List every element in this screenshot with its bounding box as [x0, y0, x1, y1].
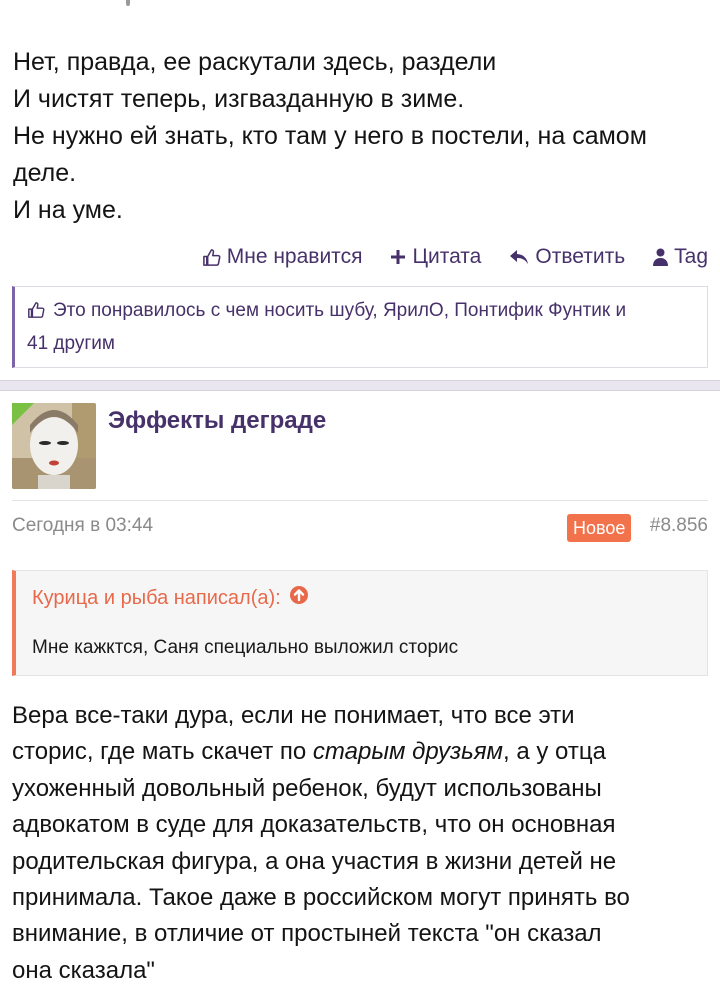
quote-block: Курица и рыба написал(а): Мне кажктся, С…	[12, 570, 708, 676]
quote-label: Цитата	[412, 245, 482, 268]
divider	[12, 500, 708, 501]
plus-icon	[390, 249, 406, 265]
arrow-up-circle-icon[interactable]	[289, 585, 309, 611]
post-line: Не нужно ей знать, кто там у него в пост…	[13, 122, 647, 150]
post-line: адвокатом в суде для доказательств, что …	[12, 811, 616, 839]
tag-button[interactable]: Tag	[653, 245, 708, 269]
thumbs-up-icon	[27, 299, 45, 329]
reply-label: Ответить	[535, 245, 626, 268]
likes-summary: Это понравилось с чем носить шубу, ЯрилО…	[12, 286, 708, 368]
post-date[interactable]: Сегодня в 03:44	[12, 515, 153, 537]
post-body: Вера все-таки дура, если не понимает, чт…	[12, 698, 712, 989]
post-actions: Мне нравится Цитата Ответить Tag	[202, 241, 708, 273]
post-line: ухоженный довольный ребенок, будут испол…	[12, 774, 602, 802]
post-text: , а у отца	[503, 738, 606, 766]
likes-others-link[interactable]: 41 другим	[27, 333, 115, 354]
quote-text: Мне кажктся, Саня специально выложил сто…	[32, 637, 459, 658]
quote-button[interactable]: Цитата	[390, 245, 481, 269]
thumbs-up-icon	[202, 248, 221, 267]
post-line: И на уме.	[13, 196, 123, 224]
post-line: Нет, правда, ее раскутали здесь, раздели	[13, 48, 497, 76]
like-label: Мне нравится	[226, 245, 363, 268]
post-body: Нет, правда, ее раскутали здесь, раздели…	[13, 44, 708, 229]
previous-content-edge	[0, 0, 720, 14]
new-badge: Новое	[567, 514, 632, 542]
post-line: внимание, в отличие от простыней текста …	[12, 920, 602, 948]
quote-author-link[interactable]: Курица и рыба написал(а):	[32, 585, 309, 611]
post-separator	[0, 380, 720, 391]
post-number[interactable]: #8.856	[650, 515, 708, 537]
post-line: Вера все-таки дура, если не понимает, чт…	[12, 702, 575, 729]
online-indicator	[12, 403, 34, 425]
post-line: родительская фигура, а она участия в жиз…	[12, 847, 617, 875]
post-line: сторис, где мать скачет по старым друзья…	[12, 734, 712, 770]
post-line: она сказала"	[12, 956, 155, 984]
reply-icon	[509, 249, 529, 265]
likes-text[interactable]: Это понравилось с чем носить шубу, ЯрилО…	[53, 300, 626, 321]
reply-button[interactable]: Ответить	[509, 245, 625, 269]
post-line: И чистят теперь, изгвазданную в зиме.	[13, 85, 465, 113]
post-line: принимала. Такое даже в российском могут…	[12, 884, 630, 912]
post-italic-text: старым друзьям	[312, 738, 503, 766]
user-icon	[653, 248, 669, 267]
post-line: деле.	[13, 159, 77, 187]
like-button[interactable]: Мне нравится	[202, 245, 363, 269]
quote-author: Курица и рыба написал(а):	[32, 586, 281, 609]
post-text: сторис, где мать скачет по	[12, 738, 313, 766]
post-author[interactable]: Эффекты деграде	[108, 407, 326, 435]
tag-label: Tag	[674, 245, 708, 268]
